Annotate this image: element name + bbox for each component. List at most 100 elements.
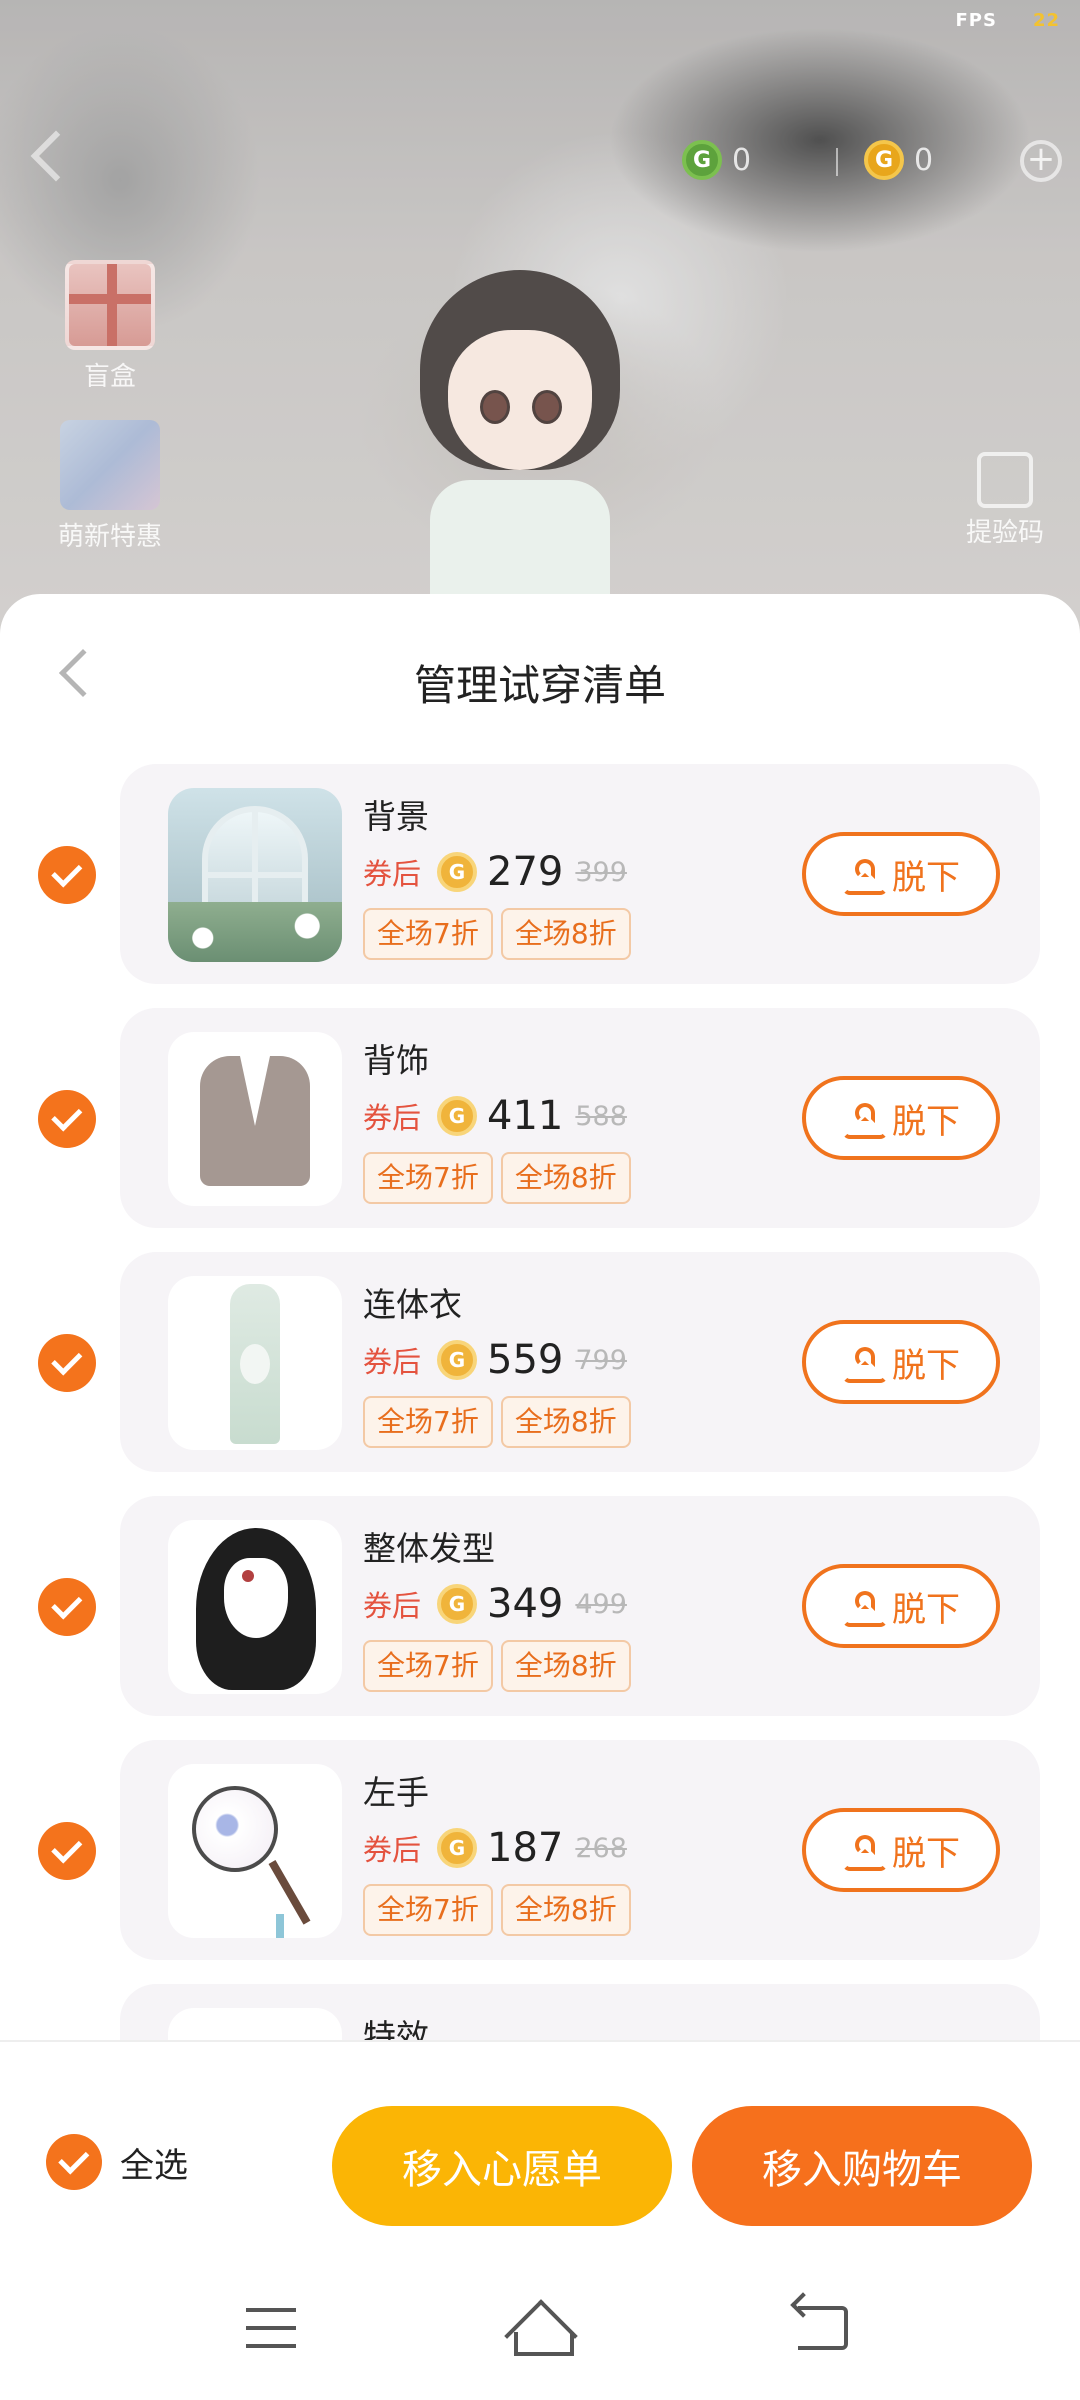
item-card[interactable]: 背景 券后 G 279 399 全场7折 全场8折 脱下 <box>120 764 1040 984</box>
green-coin-icon: G <box>682 140 722 180</box>
list-item: 特效 <box>0 1984 1080 2040</box>
back-icon[interactable] <box>798 2306 848 2350</box>
item-checkbox[interactable] <box>38 1090 96 1148</box>
item-checkbox[interactable] <box>38 846 96 904</box>
item-card[interactable]: 整体发型 券后 G 349 499 全场7折 全场8折 脱下 <box>120 1496 1040 1716</box>
item-original-price: 588 <box>575 1100 627 1132</box>
newbie-deal-icon <box>60 420 160 510</box>
add-currency-icon[interactable]: + <box>1020 140 1062 182</box>
list-item: 背饰 券后 G 411 588 全场7折 全场8折 脱下 <box>0 1008 1080 1252</box>
list-item: 连体衣 券后 G 559 799 全场7折 全场8折 脱下 <box>0 1252 1080 1496</box>
gold-coin-icon: G <box>437 1584 478 1624</box>
list-item: 整体发型 券后 G 349 499 全场7折 全场8折 脱下 <box>0 1496 1080 1740</box>
gift-box-icon <box>65 260 155 350</box>
edit-icon <box>977 452 1033 508</box>
select-all-check-icon <box>46 2134 102 2190</box>
item-card[interactable]: 左手 券后 G 187 268 全场7折 全场8折 脱下 <box>120 1740 1040 1960</box>
take-off-button[interactable]: 脱下 <box>802 1320 1000 1404</box>
coupon-label: 券后 <box>363 1345 422 1379</box>
dress-thumbnail <box>168 1276 342 1450</box>
system-navigation-bar <box>0 2240 1080 2400</box>
discount-tag: 全场8折 <box>500 1396 631 1448</box>
newbie-deal-label: 萌新特惠 <box>57 522 162 552</box>
discount-tag: 全场7折 <box>363 1884 493 1936</box>
item-price: 349 <box>487 1581 564 1627</box>
coupon-label: 券后 <box>363 1833 422 1867</box>
discount-tag: 全场7折 <box>363 1640 493 1692</box>
gold-currency[interactable]: G 0 <box>864 140 933 180</box>
hanger-icon <box>842 1347 880 1377</box>
item-name: 左手 <box>363 1773 429 1812</box>
action-bar: 全选 移入心愿单 移入购物车 <box>0 2040 1080 2240</box>
coupon-label: 券后 <box>363 1589 422 1623</box>
select-all-label: 全选 <box>120 2145 188 2186</box>
move-to-wishlist-button[interactable]: 移入心愿单 <box>332 2106 672 2226</box>
item-original-price: 799 <box>575 1344 627 1376</box>
sheet-title: 管理试穿清单 <box>413 661 666 710</box>
try-on-item-list[interactable]: 背景 券后 G 279 399 全场7折 全场8折 脱下 背饰 券后 G 411… <box>0 764 1080 2040</box>
blind-box-entry[interactable]: 盲盒 <box>40 260 180 393</box>
coupon-label: 券后 <box>363 1101 422 1135</box>
sheet-header: 管理试穿清单 <box>0 594 1080 764</box>
item-original-price: 499 <box>575 1588 627 1620</box>
gold-coin-icon: G <box>437 1096 478 1136</box>
item-name: 特效 <box>363 2017 429 2040</box>
hanger-icon <box>842 859 880 889</box>
hanger-icon <box>842 1835 880 1865</box>
item-card[interactable]: 背饰 券后 G 411 588 全场7折 全场8折 脱下 <box>120 1008 1040 1228</box>
item-name: 背饰 <box>363 1041 429 1080</box>
fan-thumbnail <box>168 1764 342 1938</box>
blind-box-label: 盲盒 <box>83 362 136 392</box>
fps-counter: FPS 22 <box>955 10 1060 31</box>
green-currency[interactable]: G 0 <box>682 140 751 180</box>
hairstyle-thumbnail <box>168 1520 342 1694</box>
verify-code-entry[interactable]: 提验码 <box>950 452 1060 549</box>
move-to-cart-button[interactable]: 移入购物车 <box>692 2106 1032 2226</box>
item-checkbox[interactable] <box>38 1578 96 1636</box>
discount-tag: 全场8折 <box>500 1640 631 1692</box>
discount-tag: 全场7折 <box>363 1396 493 1448</box>
discount-tag: 全场7折 <box>363 1152 493 1204</box>
coupon-label: 券后 <box>363 857 422 891</box>
list-item: 左手 券后 G 187 268 全场7折 全场8折 脱下 <box>0 1740 1080 1984</box>
gold-coin-icon: G <box>437 1340 478 1380</box>
item-price: 559 <box>487 1337 564 1383</box>
item-card[interactable]: 特效 <box>120 1984 1040 2040</box>
hanger-icon <box>842 1103 880 1133</box>
take-off-button[interactable]: 脱下 <box>802 1076 1000 1160</box>
effect-thumbnail <box>168 2008 342 2040</box>
hanger-icon <box>842 1591 880 1621</box>
discount-tag: 全场8折 <box>500 1884 631 1936</box>
background-thumbnail <box>168 788 342 962</box>
discount-tag: 全场8折 <box>500 908 631 960</box>
item-price: 187 <box>487 1825 564 1871</box>
item-name: 连体衣 <box>363 1285 462 1324</box>
jacket-thumbnail <box>168 1032 342 1206</box>
item-checkbox[interactable] <box>38 1822 96 1880</box>
verify-code-label: 提验码 <box>965 518 1044 548</box>
take-off-button[interactable]: 脱下 <box>802 1564 1000 1648</box>
game-scene-background: FPS 22 G 0 G 0 + 盲盒 萌新特惠 提验码 <box>0 0 1080 640</box>
item-name: 背景 <box>363 797 429 836</box>
take-off-button[interactable]: 脱下 <box>802 832 1000 916</box>
discount-tag: 全场7折 <box>363 908 493 960</box>
green-currency-value: 0 <box>732 142 752 178</box>
item-price: 279 <box>487 849 564 895</box>
menu-icon[interactable] <box>246 2308 296 2348</box>
discount-tag: 全场8折 <box>500 1152 631 1204</box>
item-original-price: 268 <box>575 1832 627 1864</box>
item-name: 整体发型 <box>363 1529 495 1568</box>
home-icon[interactable] <box>506 2306 574 2356</box>
item-original-price: 399 <box>575 856 627 888</box>
currency-divider <box>836 148 838 176</box>
gold-coin-icon: G <box>864 140 904 180</box>
select-all-toggle[interactable]: 全选 <box>46 2134 188 2190</box>
list-item: 背景 券后 G 279 399 全场7折 全场8折 脱下 <box>0 764 1080 1008</box>
try-on-list-sheet: 管理试穿清单 背景 券后 G 279 399 全场7折 全场8折 脱下 背饰 券… <box>0 594 1080 2400</box>
item-card[interactable]: 连体衣 券后 G 559 799 全场7折 全场8折 脱下 <box>120 1252 1040 1472</box>
newbie-deal-entry[interactable]: 萌新特惠 <box>40 420 180 553</box>
take-off-button[interactable]: 脱下 <box>802 1808 1000 1892</box>
item-checkbox[interactable] <box>38 1334 96 1392</box>
gold-coin-icon: G <box>437 852 478 892</box>
gold-currency-value: 0 <box>914 142 934 178</box>
